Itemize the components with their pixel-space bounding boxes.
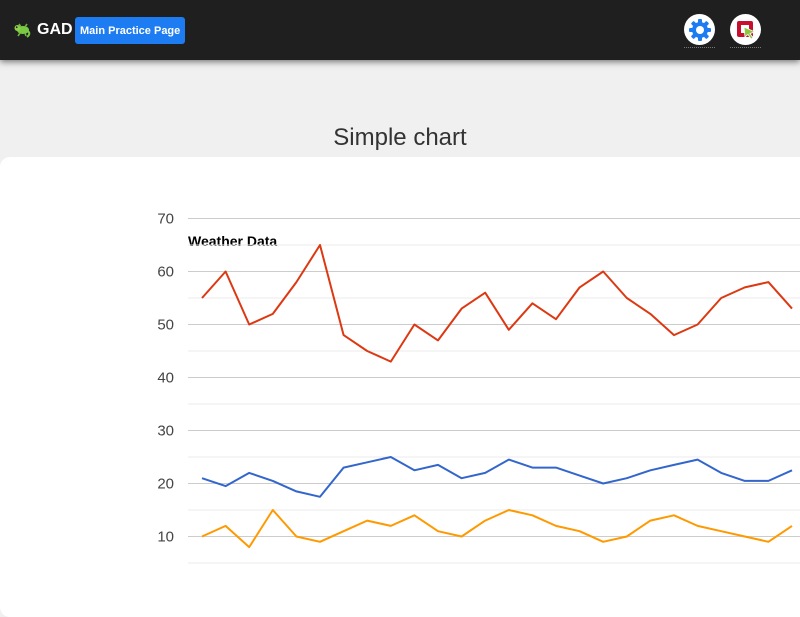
settings-gear-icon — [688, 18, 711, 41]
series-line-3 — [201, 509, 793, 549]
top-navbar: GAD Main Practice Page — [0, 0, 800, 60]
chart-card: Weather Data 10 20 30 40 50 60 70 — [0, 157, 800, 617]
y-tick-label: 70 — [157, 211, 174, 228]
brand-name: GAD — [37, 21, 73, 38]
y-tick-label: 10 — [157, 529, 174, 546]
weather-line-chart: Weather Data 10 20 30 40 50 60 70 — [157, 211, 800, 564]
y-tick-label: 50 — [157, 317, 174, 334]
gecko-logo-icon — [14, 23, 31, 38]
y-tick-label: 40 — [157, 370, 174, 387]
brand-logo[interactable]: GAD — [12, 18, 73, 42]
y-tick-label: 60 — [157, 264, 174, 281]
cursor-app-icon — [736, 20, 756, 40]
main-practice-page-button[interactable]: Main Practice Page — [75, 17, 186, 44]
y-tick-label: 20 — [157, 476, 174, 493]
page-title: Simple chart — [333, 124, 467, 152]
cursor-app-button[interactable] — [730, 14, 761, 48]
y-tick-label: 30 — [157, 423, 174, 440]
series-line-2 — [201, 456, 793, 498]
chart-title: Weather Data — [188, 233, 277, 249]
settings-button[interactable] — [684, 14, 715, 48]
series-line-1 — [201, 244, 793, 363]
